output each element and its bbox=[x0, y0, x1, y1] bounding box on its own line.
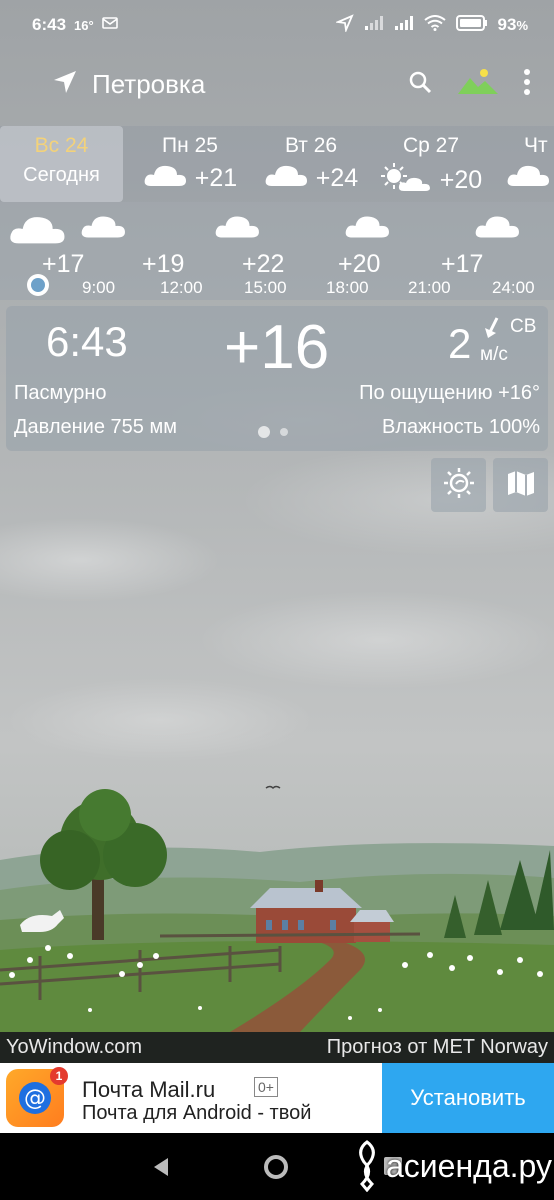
battery-level: 93% bbox=[497, 15, 528, 34]
cloud-icon bbox=[474, 212, 520, 245]
home-icon[interactable] bbox=[264, 1155, 288, 1179]
map-icon bbox=[506, 468, 536, 503]
day-wednesday[interactable]: Ср 27 +20 bbox=[376, 126, 486, 202]
app-bar: Петровка bbox=[0, 58, 554, 110]
day-name: Чт bbox=[524, 134, 548, 157]
watermark-logo-icon bbox=[359, 1140, 375, 1192]
current-temperature: +16 bbox=[224, 313, 330, 382]
day-thursday[interactable]: Чт bbox=[496, 126, 554, 202]
search-icon[interactable] bbox=[408, 70, 432, 99]
age-rating: 0+ bbox=[254, 1077, 278, 1097]
page-indicator bbox=[258, 426, 288, 438]
current-weather-card[interactable]: 6:43 +16 2 СВ м/с Пасмурно По ощущению +… bbox=[6, 306, 548, 451]
day-monday[interactable]: Пн 25 +21 bbox=[134, 126, 246, 202]
map-button[interactable] bbox=[493, 458, 548, 512]
cloud-icon bbox=[80, 212, 126, 245]
hour-time: 15:00 bbox=[244, 278, 287, 297]
mail-notification-icon bbox=[101, 15, 118, 35]
sun-weather-icon bbox=[442, 466, 476, 505]
day-name: Вт 26 bbox=[284, 134, 338, 157]
cloud-icon bbox=[344, 212, 390, 245]
page-dot bbox=[280, 428, 288, 436]
forecast-source-link[interactable]: Прогноз от MET Norway bbox=[327, 1036, 548, 1059]
location-status-icon bbox=[334, 13, 354, 37]
day-name: Вс 24 bbox=[34, 134, 89, 157]
landscape-icon[interactable] bbox=[458, 68, 498, 101]
wind-direction: СВ bbox=[510, 316, 537, 337]
hour-temp: +17 bbox=[42, 250, 85, 278]
hour-temp: +20 bbox=[338, 250, 381, 278]
install-button[interactable]: Установить bbox=[382, 1063, 554, 1133]
hour-temp: +17 bbox=[441, 250, 484, 278]
hourly-forecast[interactable]: +17 +19 +22 +20 +17 9:00 12:00 15:00 18:… bbox=[0, 202, 554, 300]
hour-temp: +22 bbox=[242, 250, 285, 278]
watermark-text: асиенда.ру bbox=[386, 1147, 552, 1184]
feels-like-text: По ощущению +16° bbox=[359, 382, 540, 404]
status-temp-badge: 16° bbox=[74, 17, 94, 33]
day-tuesday[interactable]: Вт 26 +24 bbox=[256, 126, 366, 202]
sun-cloud-icon bbox=[380, 162, 432, 199]
current-time-marker bbox=[27, 274, 49, 296]
yowindow-link[interactable]: YoWindow.com bbox=[6, 1036, 142, 1059]
signal-2-icon bbox=[394, 15, 414, 36]
city-name: Петровка bbox=[92, 68, 206, 99]
location-button[interactable]: Петровка bbox=[52, 69, 205, 100]
hour-time: 12:00 bbox=[160, 278, 203, 297]
daily-forecast-row: Вс 24 Сегодня Пн 25 +21 Вт 26 +24 Ср 27 … bbox=[0, 126, 554, 202]
cloud-icon bbox=[143, 162, 187, 195]
cloud-icon bbox=[264, 162, 308, 195]
credit-bar: YoWindow.com Прогноз от MET Norway bbox=[0, 1032, 554, 1063]
hour-time: 24:00 bbox=[492, 278, 535, 297]
day-name: Пн 25 bbox=[162, 134, 218, 157]
hour-time: 21:00 bbox=[408, 278, 451, 297]
day-subtitle: Сегодня bbox=[23, 164, 100, 186]
cloud-icon bbox=[214, 212, 260, 245]
site-watermark: асиенда.ру bbox=[352, 1140, 552, 1192]
condition-text: Пасмурно bbox=[14, 382, 107, 404]
battery-icon bbox=[455, 14, 488, 36]
ad-banner[interactable]: @ 1 Почта Mail.ru 0+ Почта для Android -… bbox=[0, 1063, 554, 1133]
wind-speed: 2 bbox=[448, 320, 472, 367]
svg-text:@: @ bbox=[24, 1086, 46, 1111]
page-dot-active bbox=[258, 426, 270, 438]
hour-time: 9:00 bbox=[82, 278, 116, 297]
wind-unit: м/с bbox=[480, 344, 508, 365]
wifi-icon bbox=[423, 14, 446, 36]
status-time: 6:43 bbox=[32, 15, 67, 34]
hour-temp: +19 bbox=[142, 250, 185, 278]
cloud-icon bbox=[506, 162, 550, 195]
day-temp: +21 bbox=[194, 164, 238, 192]
ad-title: Почта Mail.ru bbox=[82, 1077, 216, 1102]
landscape-illustration bbox=[0, 760, 554, 1032]
status-bar: 6:43 16° 93% bbox=[0, 0, 554, 50]
pressure-text: Давление 755 мм bbox=[14, 416, 177, 438]
cloud-icon bbox=[8, 212, 66, 251]
notification-badge: 1 bbox=[50, 1067, 68, 1085]
day-temp: +24 bbox=[315, 164, 359, 192]
weather-effects-button[interactable] bbox=[431, 458, 486, 512]
navigation-arrow-icon bbox=[52, 69, 78, 100]
back-icon[interactable] bbox=[152, 1157, 170, 1182]
current-time: 6:43 bbox=[46, 318, 128, 365]
humidity-text: Влажность 100% bbox=[382, 416, 540, 438]
ad-subtitle: Почта для Android - твой bbox=[82, 1102, 312, 1124]
signal-1-icon bbox=[364, 15, 384, 36]
day-temp: +20 bbox=[439, 166, 483, 194]
wind-direction-arrow-icon bbox=[484, 316, 500, 345]
more-options-icon[interactable] bbox=[524, 68, 530, 100]
day-name: Ср 27 bbox=[402, 134, 460, 157]
hour-time: 18:00 bbox=[326, 278, 369, 297]
day-sunday[interactable]: Вс 24 Сегодня bbox=[0, 126, 123, 202]
